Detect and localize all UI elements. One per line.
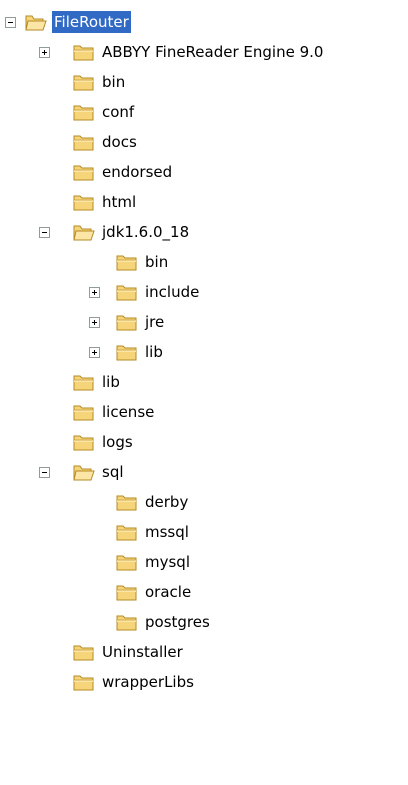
tree-node[interactable]: docs [0,127,408,157]
folder-icon [115,341,139,363]
collapse-minus-icon[interactable] [39,467,50,478]
tree-node-label[interactable]: ABBYY FineReader Engine 9.0 [100,41,325,63]
tree-node[interactable]: bin [0,67,408,97]
tree-node-label[interactable]: mysql [143,551,192,573]
tree-node[interactable]: wrapperLibs [0,667,408,697]
tree-node[interactable]: include [0,277,408,307]
folder-icon [115,551,139,573]
folder-icon [72,191,96,213]
tree-node[interactable]: conf [0,97,408,127]
expand-plus-icon[interactable] [89,347,100,358]
folder-icon [115,311,139,333]
folder-icon [72,161,96,183]
tree-node-label[interactable]: conf [100,101,136,123]
tree-node-label[interactable]: oracle [143,581,193,603]
tree-node[interactable]: jdk1.6.0_18 [0,217,408,247]
tree-node-label[interactable]: bin [100,71,127,93]
tree-node-label[interactable]: include [143,281,201,303]
collapse-minus-icon[interactable] [39,227,50,238]
tree-node[interactable]: postgres [0,607,408,637]
tree-node-label[interactable]: html [100,191,138,213]
folder-open-icon [72,461,96,483]
tree-node-label[interactable]: lib [100,371,122,393]
tree-node[interactable]: html [0,187,408,217]
tree-node[interactable]: lib [0,337,408,367]
folder-icon [72,641,96,663]
folder-icon [115,581,139,603]
tree-node[interactable]: bin [0,247,408,277]
folder-icon [72,131,96,153]
tree-node[interactable]: endorsed [0,157,408,187]
tree-node[interactable]: logs [0,427,408,457]
tree-node-label[interactable]: mssql [143,521,191,543]
tree-node-label[interactable]: lib [143,341,165,363]
expand-plus-icon[interactable] [39,47,50,58]
folder-tree[interactable]: FileRouter ABBYY FineReader Engine 9.0 bin… [0,0,408,785]
tree-node[interactable]: derby [0,487,408,517]
tree-node[interactable]: ABBYY FineReader Engine 9.0 [0,37,408,67]
folder-open-icon [72,221,96,243]
folder-icon [72,401,96,423]
tree-node-label[interactable]: bin [143,251,170,273]
folder-icon [72,371,96,393]
tree-node[interactable]: jre [0,307,408,337]
tree-node-label[interactable]: docs [100,131,139,153]
tree-node-label[interactable]: postgres [143,611,212,633]
expand-plus-icon[interactable] [89,287,100,298]
folder-icon [72,431,96,453]
tree-node-label[interactable]: derby [143,491,190,513]
folder-icon [115,281,139,303]
tree-node[interactable]: Uninstaller [0,637,408,667]
tree-node-label[interactable]: jre [143,311,166,333]
tree-node-label[interactable]: Uninstaller [100,641,185,663]
tree-node[interactable]: mssql [0,517,408,547]
folder-icon [115,491,139,513]
tree-node-label[interactable]: sql [100,461,126,483]
tree-node[interactable]: oracle [0,577,408,607]
tree-node[interactable]: license [0,397,408,427]
folder-icon [72,101,96,123]
tree-node-label[interactable]: wrapperLibs [100,671,196,693]
tree-node-label[interactable]: jdk1.6.0_18 [100,221,191,243]
tree-node-label[interactable]: license [100,401,156,423]
tree-node-label[interactable]: FileRouter [52,11,131,33]
tree-node-label[interactable]: logs [100,431,135,453]
tree-node[interactable]: mysql [0,547,408,577]
folder-icon [72,41,96,63]
tree-node[interactable]: sql [0,457,408,487]
folder-icon [115,611,139,633]
folder-open-icon [24,11,48,33]
collapse-minus-icon[interactable] [5,17,16,28]
expand-plus-icon[interactable] [89,317,100,328]
tree-node[interactable]: lib [0,367,408,397]
folder-icon [72,71,96,93]
folder-icon [72,671,96,693]
tree-node-label[interactable]: endorsed [100,161,174,183]
tree-node[interactable]: FileRouter [0,7,408,37]
folder-icon [115,251,139,273]
folder-icon [115,521,139,543]
